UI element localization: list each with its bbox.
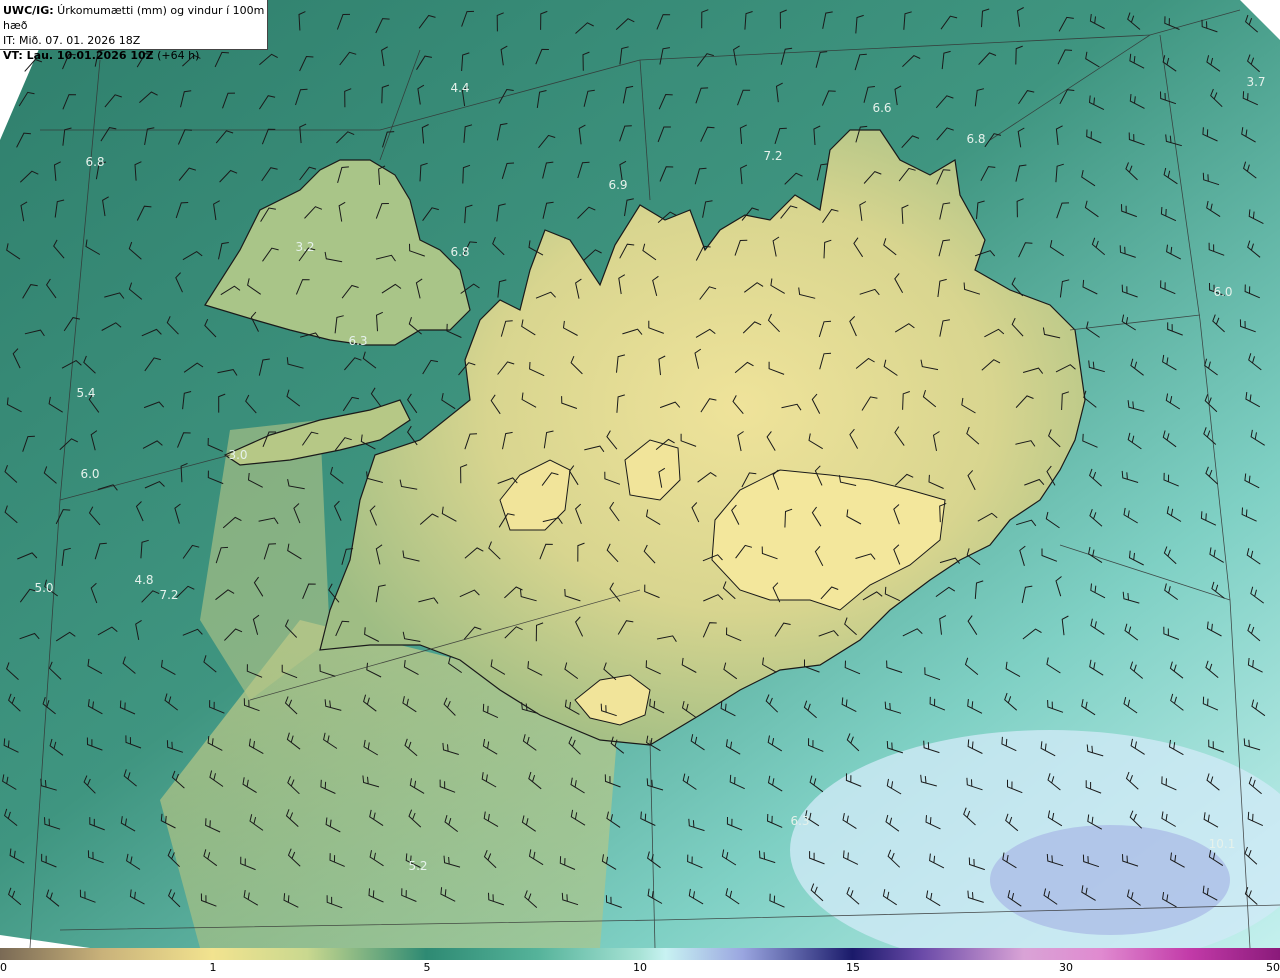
valid-time: VT: Lau. 10.01.2026 10Z [3,49,154,62]
forecast-map: 4.4 6.6 3.7 6.8 7.2 6.8 6.9 3.2 6.8 6.0 6.3 5.4 3.0 6… [0,0,1280,948]
colorbar-gradient [0,948,1280,960]
precip-value-label: 6.0 [80,467,99,481]
precip-value-label: 6.3 [348,334,367,348]
precip-value-label: 6.8 [966,132,985,146]
colorbar-tick: 30 [1059,961,1073,974]
precip-value-label: 6.8 [85,155,104,169]
precip-value-label: 3.0 [228,448,247,462]
init-time: IT: Mið. 07. 01. 2026 18Z [3,34,141,47]
precip-value-label: 7.2 [159,588,178,602]
precip-value-label: 3.2 [295,240,314,254]
title-line-3: VT: Lau. 10.01.2026 10Z (+64 h) [3,48,267,63]
precip-value-label: 6.0 [1213,285,1232,299]
precip-value-label: 10.1 [1209,837,1236,851]
blue-precip-zone-se [990,825,1230,935]
colorbar: 0 1 5 10 15 30 50 [0,948,1280,978]
precip-value-label: 4.8 [134,573,153,587]
precip-value-label: 5.4 [76,386,95,400]
precip-value-label: 6.8 [450,245,469,259]
colorbar-tick: 5 [423,961,431,974]
title-line-1: UWC/IG: Úrkomumætti (mm) og vindur í 100… [3,3,267,33]
colorbar-tick: 10 [633,961,647,974]
colorbar-tick: 15 [846,961,860,974]
colorbar-tick: 0 [0,961,7,974]
map-title-box: UWC/IG: Úrkomumætti (mm) og vindur í 100… [0,0,268,62]
lead-time: (+64 h) [153,49,200,62]
precip-value-label: 4.4 [450,81,469,95]
colorbar-tick: 1 [209,961,217,974]
colorbar-tick: 50 [1266,961,1280,974]
precip-value-label: 6.9 [608,178,627,192]
precip-value-label: 5.2 [408,859,427,873]
precip-value-label: 6.3 [790,814,809,828]
precip-value-label: 7.2 [763,149,782,163]
model-name: UWC/IG: [3,4,54,17]
precip-value-label: 6.6 [872,101,891,115]
precip-value-label: 5.0 [34,581,53,595]
precip-value-label: 3.7 [1246,75,1265,89]
